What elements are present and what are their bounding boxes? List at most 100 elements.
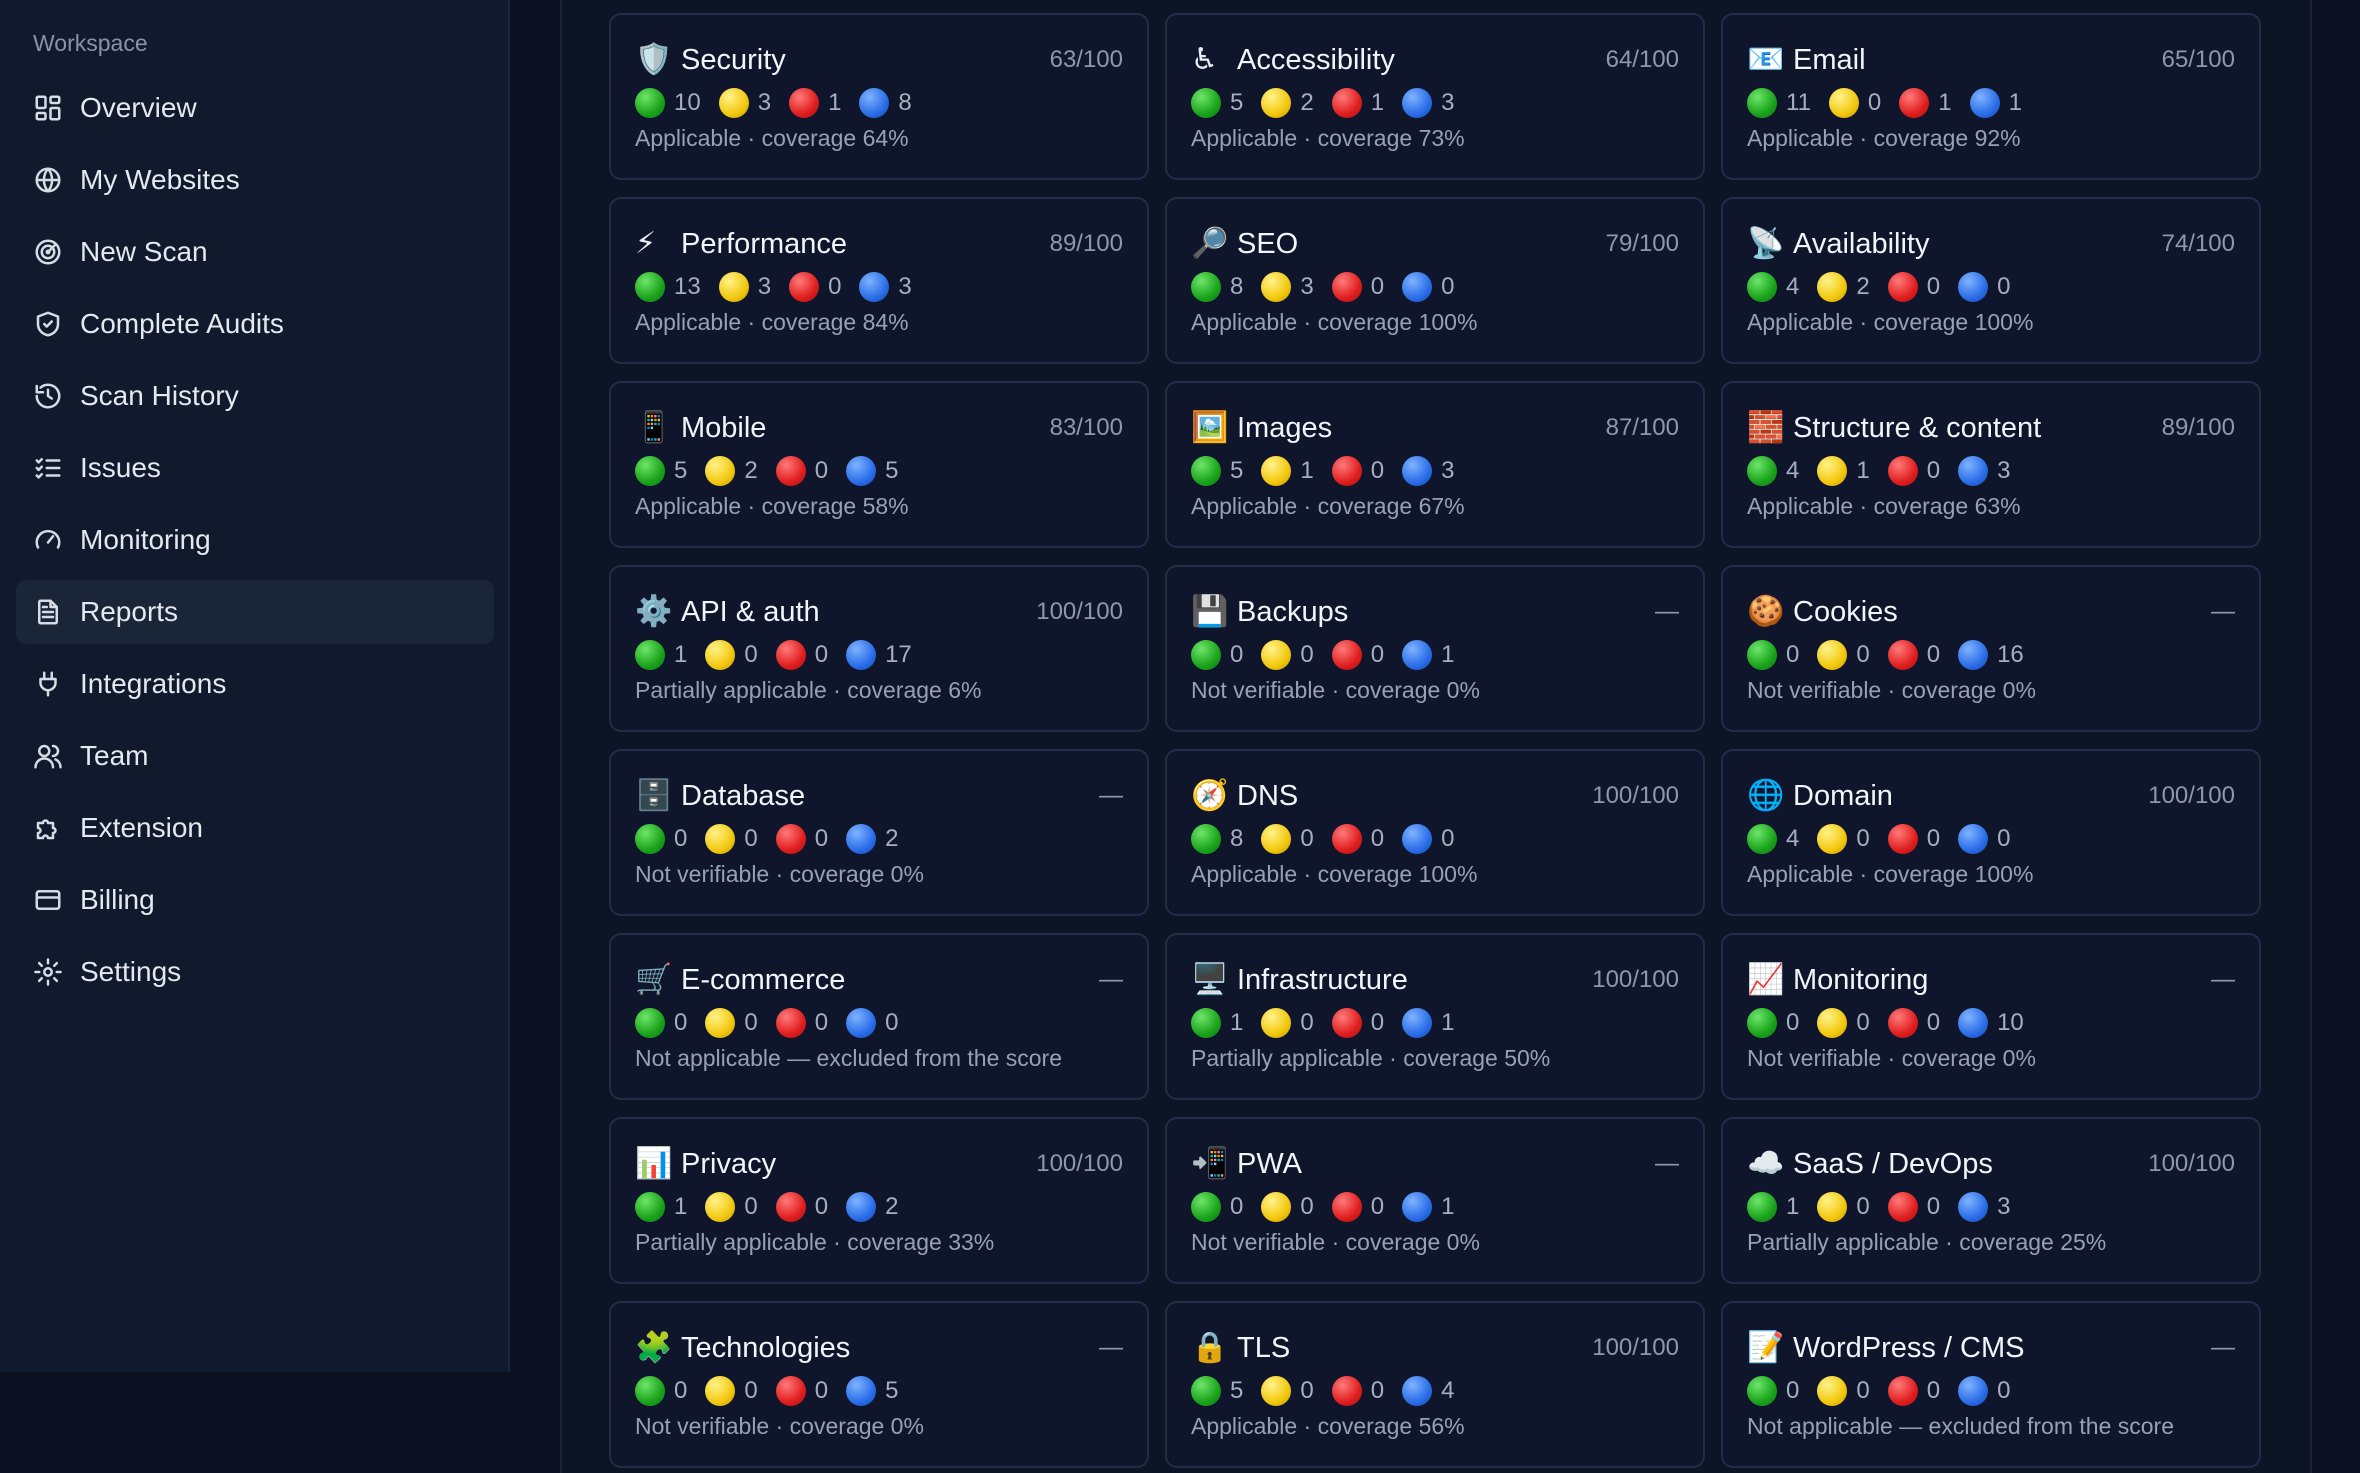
- fail-count-value: 0: [1926, 825, 1941, 852]
- sidebar-item-label: Complete Audits: [80, 308, 284, 339]
- yellow-circle-icon: [1261, 640, 1292, 670]
- category-card-email[interactable]: 📧 Email 65/100 11 0 1 1 Applicable · coverage 9…: [1721, 13, 2261, 180]
- category-card-wordpress-cms[interactable]: 📝 WordPress / CMS — 0 0 0 0 Not applicable — ex…: [1721, 1301, 2261, 1468]
- category-card-dns[interactable]: 🧭 DNS 100/100 8 0 0 0 Applicable · coverage 100…: [1165, 749, 1705, 916]
- category-card-structure-content[interactable]: 🧱 Structure & content 89/100 4 1 0 3 Applicable…: [1721, 381, 2261, 548]
- pass-count-value: 0: [1230, 1193, 1244, 1220]
- category-card-privacy[interactable]: 📊 Privacy 100/100 1 0 0 2 Partially applicable …: [609, 1117, 1149, 1284]
- warning-count-value: 0: [744, 1377, 758, 1404]
- blue-circle-icon: [859, 88, 890, 118]
- green-circle-icon: [635, 456, 665, 486]
- category-status: Applicable · coverage 56%: [1191, 1413, 1465, 1439]
- category-card-e-commerce[interactable]: 🛒 E-commerce — 0 0 0 0 Not applicable — exclude…: [609, 933, 1149, 1100]
- category-emoji-icon: 🖥️: [1191, 962, 1229, 997]
- category-card-infrastructure[interactable]: 🖥️ Infrastructure 100/100 1 0 0 1 Partially app…: [1165, 933, 1705, 1100]
- category-emoji-icon: 📊: [635, 1146, 673, 1181]
- check-counts: 5 2 0 5: [635, 455, 1123, 487]
- users-icon: [32, 740, 64, 772]
- category-card-seo[interactable]: 🔎 SEO 79/100 8 3 0 0 Applicable · coverage 100%: [1165, 197, 1705, 364]
- category-emoji-icon: 🗄️: [635, 778, 673, 813]
- sidebar-item-monitoring[interactable]: Monitoring: [16, 508, 494, 572]
- sidebar-item-overview[interactable]: Overview: [16, 76, 494, 140]
- sidebar-item-scan-history[interactable]: Scan History: [16, 364, 494, 428]
- category-status: Not applicable — excluded from the score: [1747, 1413, 2174, 1439]
- green-circle-icon: [1747, 272, 1777, 302]
- category-status: Applicable · coverage 100%: [1747, 309, 2034, 335]
- category-card-technologies[interactable]: 🧩 Technologies — 0 0 0 5 Not verifiable · cover…: [609, 1301, 1149, 1468]
- sidebar-item-settings[interactable]: Settings: [16, 940, 494, 1004]
- pass-count: 1: [1191, 1008, 1243, 1038]
- category-card-domain[interactable]: 🌐 Domain 100/100 4 0 0 0 Applicable · coverage …: [1721, 749, 2261, 916]
- category-title: Email: [1793, 43, 1866, 76]
- category-score: 100/100: [1036, 598, 1123, 625]
- category-status: Applicable · coverage 100%: [1191, 861, 1478, 887]
- check-counts: 5 1 0 3: [1191, 455, 1679, 487]
- pass-count: 0: [1747, 1008, 1799, 1038]
- sidebar-item-integrations[interactable]: Integrations: [16, 652, 494, 716]
- warning-count: 3: [1261, 272, 1314, 302]
- warning-count: 0: [1261, 1008, 1314, 1038]
- sidebar-item-label: Settings: [80, 956, 182, 987]
- card-header: 🧱 Structure & content 89/100: [1747, 410, 2235, 446]
- category-card-monitoring[interactable]: 📈 Monitoring — 0 0 0 10 Not verifiable · covera…: [1721, 933, 2261, 1100]
- category-card-pwa[interactable]: 📲 PWA — 0 0 0 1 Not verifiable · coverage 0%: [1165, 1117, 1705, 1284]
- category-title: API & auth: [681, 595, 820, 628]
- category-status: Applicable · coverage 63%: [1747, 493, 2021, 519]
- sidebar-footer: [0, 1372, 510, 1473]
- category-card-backups[interactable]: 💾 Backups — 0 0 0 1 Not verifiable · coverage 0…: [1165, 565, 1705, 732]
- sidebar-item-label: Monitoring: [80, 524, 211, 555]
- red-circle-icon: [775, 1376, 806, 1406]
- category-card-availability[interactable]: 📡 Availability 74/100 4 2 0 0 Applicable · cove…: [1721, 197, 2261, 364]
- category-card-security[interactable]: 🛡️ Security 63/100 10 3 1 8 Applicable · covera…: [609, 13, 1149, 180]
- warning-count-value: 0: [1856, 1193, 1870, 1220]
- sidebar-item-billing[interactable]: Billing: [16, 868, 494, 932]
- info-count-value: 3: [1441, 89, 1455, 116]
- shield-check-icon: [32, 308, 64, 340]
- pass-count-value: 5: [1230, 457, 1244, 484]
- warning-count-value: 2: [1300, 89, 1314, 116]
- warning-count-value: 0: [1867, 89, 1882, 116]
- category-card-api-auth[interactable]: ⚙️ API & auth 100/100 1 0 0 17 Partially applic…: [609, 565, 1149, 732]
- category-score: 100/100: [2148, 1150, 2235, 1177]
- check-counts: 1 0 0 1: [1191, 1007, 1679, 1039]
- category-emoji-icon: 🍪: [1747, 594, 1785, 629]
- pass-count: 4: [1747, 272, 1799, 302]
- blue-circle-icon: [846, 1376, 877, 1406]
- category-card-performance[interactable]: ⚡ Performance 89/100 13 3 0 3 Applicable · cove…: [609, 197, 1149, 364]
- fail-count-value: 1: [1370, 89, 1385, 116]
- card-header: 🛒 E-commerce —: [635, 962, 1123, 998]
- category-status: Partially applicable · coverage 50%: [1191, 1045, 1551, 1071]
- category-emoji-icon: 📈: [1747, 962, 1785, 997]
- category-card-accessibility[interactable]: ♿ Accessibility 64/100 5 2 1 3 Applicable · cov…: [1165, 13, 1705, 180]
- fail-count-value: 1: [828, 89, 842, 116]
- sidebar-item-new-scan[interactable]: New Scan: [16, 220, 494, 284]
- blue-circle-icon: [1402, 640, 1433, 670]
- sidebar-item-issues[interactable]: Issues: [16, 436, 494, 500]
- green-circle-icon: [1191, 1008, 1221, 1038]
- pass-count: 4: [1747, 456, 1799, 486]
- yellow-circle-icon: [1817, 824, 1848, 854]
- sidebar-item-my-websites[interactable]: My Websites: [16, 148, 494, 212]
- check-counts: 0 0 0 10: [1747, 1007, 2235, 1039]
- category-card-mobile[interactable]: 📱 Mobile 83/100 5 2 0 5 Applicable · coverage 5…: [609, 381, 1149, 548]
- blue-circle-icon: [1402, 1008, 1433, 1038]
- info-count-value: 3: [1441, 457, 1455, 484]
- category-card-saas-devops[interactable]: ☁️ SaaS / DevOps 100/100 1 0 0 3 Partially appl…: [1721, 1117, 2261, 1284]
- category-score: —: [1655, 598, 1679, 625]
- blue-circle-icon: [1958, 1192, 1989, 1222]
- sidebar-item-extension[interactable]: Extension: [16, 796, 494, 860]
- category-card-cookies[interactable]: 🍪 Cookies — 0 0 0 16 Not verifiable · coverage …: [1721, 565, 2261, 732]
- sidebar-item-reports[interactable]: Reports: [16, 580, 494, 644]
- category-card-tls[interactable]: 🔒 TLS 100/100 5 0 0 4 Applicable · coverage 56%: [1165, 1301, 1705, 1468]
- category-card-images[interactable]: 🖼️ Images 87/100 5 1 0 3 Applicable · coverage …: [1165, 381, 1705, 548]
- category-card-database[interactable]: 🗄️ Database — 0 0 0 2 Not verifiable · coverage…: [609, 749, 1149, 916]
- puzzle-icon: [32, 812, 64, 844]
- category-emoji-icon: 🔎: [1191, 226, 1229, 261]
- pass-count: 13: [635, 272, 701, 302]
- fail-count: 0: [775, 1376, 828, 1406]
- sidebar-item-complete-audits[interactable]: Complete Audits: [16, 292, 494, 356]
- sidebar-item-team[interactable]: Team: [16, 724, 494, 788]
- card-header: 📧 Email 65/100: [1747, 42, 2235, 78]
- category-emoji-icon: 🔒: [1191, 1330, 1229, 1365]
- category-score: 100/100: [1592, 782, 1679, 809]
